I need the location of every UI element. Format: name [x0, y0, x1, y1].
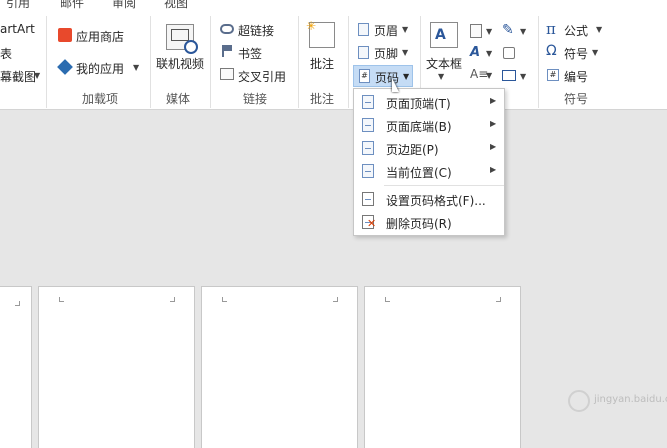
- my-apps-button[interactable]: 我的应用: [76, 60, 124, 77]
- chevron-down-icon[interactable]: ▼: [486, 49, 492, 58]
- page-number-icon: #: [359, 69, 370, 83]
- chevron-down-icon[interactable]: ▼: [592, 48, 598, 57]
- chevron-down-icon[interactable]: ▼: [596, 25, 602, 34]
- equation-icon: π: [546, 20, 556, 38]
- hyperlink-icon: [220, 24, 234, 34]
- chevron-down-icon[interactable]: ▼: [520, 72, 526, 81]
- chevron-down-icon[interactable]: ▼: [133, 63, 139, 72]
- watermark-text: jingyan.baidu.com: [594, 394, 667, 405]
- new-comment-icon: ✳: [306, 19, 335, 48]
- wordart-icon[interactable]: A: [470, 45, 480, 60]
- submenu-arrow-icon: ▶: [490, 96, 497, 105]
- online-video-button[interactable]: 联机视频: [156, 55, 204, 72]
- group-label-links: 链接: [243, 92, 268, 106]
- chevron-down-icon[interactable]: ▼: [486, 27, 492, 36]
- bookmark-button[interactable]: 书签: [238, 45, 262, 62]
- footer-button[interactable]: 页脚: [374, 45, 398, 62]
- store-icon: [58, 28, 72, 42]
- submenu-arrow-icon: ▶: [490, 119, 497, 128]
- submenu-arrow-icon: ▶: [490, 142, 497, 151]
- screenshot-button[interactable]: 幕截图: [0, 68, 36, 85]
- chart-button[interactable]: 表: [0, 45, 12, 62]
- symbol-icon: Ω: [546, 43, 557, 59]
- format-page-numbers-icon: [362, 192, 374, 206]
- chevron-down-icon: ▼: [403, 72, 410, 81]
- online-video-icon: [166, 24, 198, 54]
- cross-reference-icon: [220, 68, 234, 80]
- page-number-menu: 页面顶端(T) ▶ 页面底端(B) ▶ 页边距(P) ▶ 当前位置(C) ▶ 设…: [353, 88, 505, 236]
- tab-references[interactable]: 引用: [6, 0, 30, 10]
- symbol-button[interactable]: 符号: [564, 45, 588, 62]
- group-label-addins: 加载项: [82, 92, 119, 106]
- store-button[interactable]: 应用商店: [76, 28, 124, 45]
- signature-line-icon[interactable]: ✎: [502, 22, 514, 38]
- header-button[interactable]: 页眉: [374, 22, 398, 39]
- group-label-media: 媒体: [166, 92, 191, 106]
- group-label-symbols: 符号: [564, 92, 589, 106]
- chevron-down-icon[interactable]: ▼: [402, 48, 408, 57]
- quick-parts-icon[interactable]: [470, 24, 482, 38]
- menu-item-page-margins[interactable]: 页边距(P) ▶: [354, 137, 504, 159]
- number-button[interactable]: 编号: [564, 68, 588, 85]
- ribbon: artArt 表 幕截图 ▼ 应用商店 我的应用 ▼ 加载项 联机视频 媒体 超…: [0, 10, 667, 110]
- chevron-down-icon[interactable]: ▼: [486, 71, 492, 80]
- page-bottom-icon: [362, 118, 374, 132]
- number-icon: #: [547, 69, 559, 81]
- chevron-down-icon[interactable]: ▼: [34, 71, 40, 80]
- menu-item-top-of-page[interactable]: 页面顶端(T) ▶: [354, 91, 504, 113]
- menu-item-format-page-numbers[interactable]: 设置页码格式(F)...: [354, 188, 504, 210]
- menu-item-current-position[interactable]: 当前位置(C) ▶: [354, 160, 504, 182]
- tab-mailings[interactable]: 邮件: [60, 0, 84, 10]
- smartart-button[interactable]: artArt: [0, 22, 35, 36]
- my-apps-icon: [57, 59, 73, 75]
- watermark-logo-icon: [568, 390, 590, 412]
- page-top-icon: [362, 95, 374, 109]
- menu-separator: [384, 185, 504, 186]
- date-time-icon[interactable]: [503, 47, 515, 59]
- page-number-button[interactable]: # 页码 ▼: [353, 65, 413, 87]
- menu-item-bottom-of-page[interactable]: 页面底端(B) ▶: [354, 114, 504, 136]
- textbox-button[interactable]: 文本框: [426, 55, 462, 72]
- delete-x-icon: ✕: [367, 217, 377, 230]
- document-page: [364, 286, 521, 448]
- menu-item-remove-page-numbers[interactable]: ✕ 删除页码(R): [354, 211, 504, 233]
- equation-button[interactable]: 公式: [564, 22, 588, 39]
- document-page: [201, 286, 358, 448]
- document-page: [38, 286, 195, 448]
- chevron-down-icon[interactable]: ▼: [438, 72, 444, 81]
- header-icon: [358, 23, 369, 36]
- bookmark-icon: [222, 45, 232, 57]
- current-position-icon: [362, 164, 374, 178]
- hyperlink-button[interactable]: 超链接: [238, 22, 274, 39]
- page-margins-icon: [362, 141, 374, 155]
- cross-reference-button[interactable]: 交叉引用: [238, 68, 286, 85]
- chevron-down-icon[interactable]: ▼: [520, 27, 526, 36]
- mouse-cursor-icon: [392, 78, 399, 92]
- chevron-down-icon[interactable]: ▼: [402, 25, 408, 34]
- object-icon[interactable]: [502, 70, 516, 81]
- tab-view[interactable]: 视图: [164, 0, 188, 10]
- group-label-comments: 批注: [310, 92, 335, 106]
- textbox-icon: A: [430, 22, 458, 48]
- document-page: [0, 286, 32, 448]
- new-comment-button[interactable]: 批注: [310, 55, 334, 72]
- tab-review[interactable]: 审阅: [112, 0, 136, 10]
- submenu-arrow-icon: ▶: [490, 165, 497, 174]
- ribbon-tab-strip: 引用 邮件 审阅 视图: [0, 0, 667, 10]
- footer-icon: [358, 46, 369, 59]
